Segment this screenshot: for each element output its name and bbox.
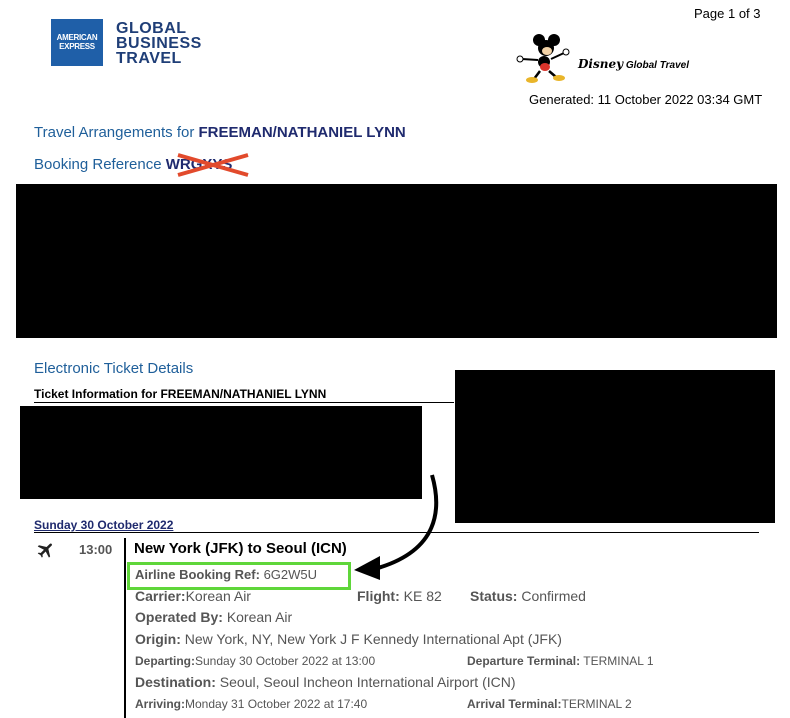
gbt-wordmark: GLOBAL BUSINESS TRAVEL <box>116 20 202 67</box>
carrier-row: Carrier:Korean Air <box>135 588 251 604</box>
generated-timestamp: Generated: 11 October 2022 03:34 GMT <box>529 92 763 107</box>
arriving-row: Arriving:Monday 31 October 2022 at 17:40 <box>135 697 368 711</box>
divider <box>34 402 454 403</box>
strikethrough-mark <box>177 153 249 177</box>
ticket-information-label: Ticket Information for FREEMAN/NATHANIEL… <box>34 387 327 401</box>
itinerary-day: Sunday 30 October 2022 <box>34 518 174 532</box>
status-row: Status: Confirmed <box>470 588 586 604</box>
origin-row: Origin: New York, NY, New York J F Kenne… <box>135 631 562 647</box>
operated-by-row: Operated By: Korean Air <box>135 609 293 625</box>
mickey-mouse-icon <box>516 34 570 83</box>
arrival-terminal-row: Arrival Terminal:TERMINAL 2 <box>467 697 632 711</box>
flight-route: New York (JFK) to Seoul (ICN) <box>134 540 347 557</box>
departure-time: 13:00 <box>79 542 113 557</box>
travel-arrangements-heading: Travel Arrangements for FREEMAN/NATHANIE… <box>34 124 406 141</box>
pointer-arrow <box>354 474 439 580</box>
airplane-icon <box>37 543 52 558</box>
departing-row: Departing:Sunday 30 October 2022 at 13:0… <box>135 654 376 668</box>
amex-logo: AMERICAN EXPRESS <box>51 19 103 66</box>
redaction-block <box>455 370 775 523</box>
disney-global-travel-wordmark: Disney Global Travel <box>578 57 690 71</box>
traveler-name: FREEMAN/NATHANIEL LYNN <box>198 124 406 141</box>
departure-terminal-row: Departure Terminal: TERMINAL 1 <box>467 654 654 668</box>
flight-row: Flight: KE 82 <box>357 588 442 604</box>
redaction-block <box>16 184 777 338</box>
section-title-electronic-ticket: Electronic Ticket Details <box>34 360 194 377</box>
page-number: Page 1 of 3 <box>694 6 761 21</box>
timeline-bar <box>124 538 126 718</box>
destination-row: Destination: Seoul, Seoul Incheon Intern… <box>135 674 516 690</box>
airline-booking-ref: Airline Booking Ref: 6G2W5U <box>135 567 318 582</box>
